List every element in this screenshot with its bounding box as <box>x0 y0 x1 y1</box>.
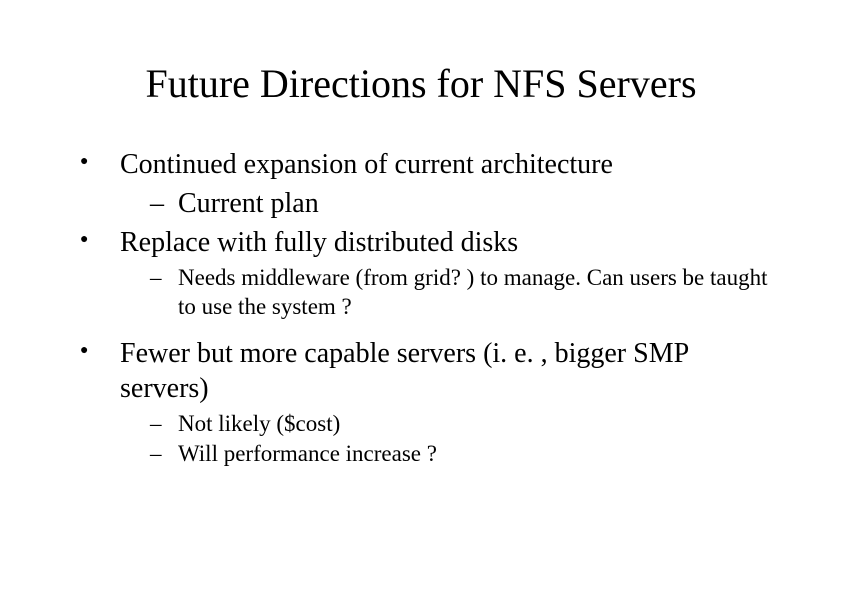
slide-title: Future Directions for NFS Servers <box>70 60 772 107</box>
bullet-item: Replace with fully distributed disks Nee… <box>80 225 772 322</box>
sub-list: Not likely ($cost) Will performance incr… <box>150 410 772 470</box>
sub-list: Needs middleware (from grid? ) to manage… <box>150 264 772 322</box>
sub-text: Current plan <box>178 188 319 219</box>
sub-item: Needs middleware (from grid? ) to manage… <box>150 264 772 322</box>
slide: Future Directions for NFS Servers Contin… <box>0 0 842 595</box>
bullet-text: Replace with fully distributed disks <box>120 227 518 258</box>
bullet-text: Continued expansion of current architect… <box>120 149 613 180</box>
bullet-text: Fewer but more capable servers (i. e. , … <box>120 338 688 404</box>
sub-text: Will performance increase ? <box>178 441 437 466</box>
bullet-list: Continued expansion of current architect… <box>80 147 772 469</box>
bullet-item: Continued expansion of current architect… <box>80 147 772 221</box>
sub-text: Not likely ($cost) <box>178 411 340 436</box>
sub-item: Current plan <box>150 186 772 221</box>
bullet-item: Fewer but more capable servers (i. e. , … <box>80 336 772 470</box>
sub-item: Not likely ($cost) <box>150 410 772 439</box>
sub-text: Needs middleware (from grid? ) to manage… <box>178 265 768 319</box>
sub-list: Current plan <box>150 186 772 221</box>
sub-item: Will performance increase ? <box>150 440 772 469</box>
